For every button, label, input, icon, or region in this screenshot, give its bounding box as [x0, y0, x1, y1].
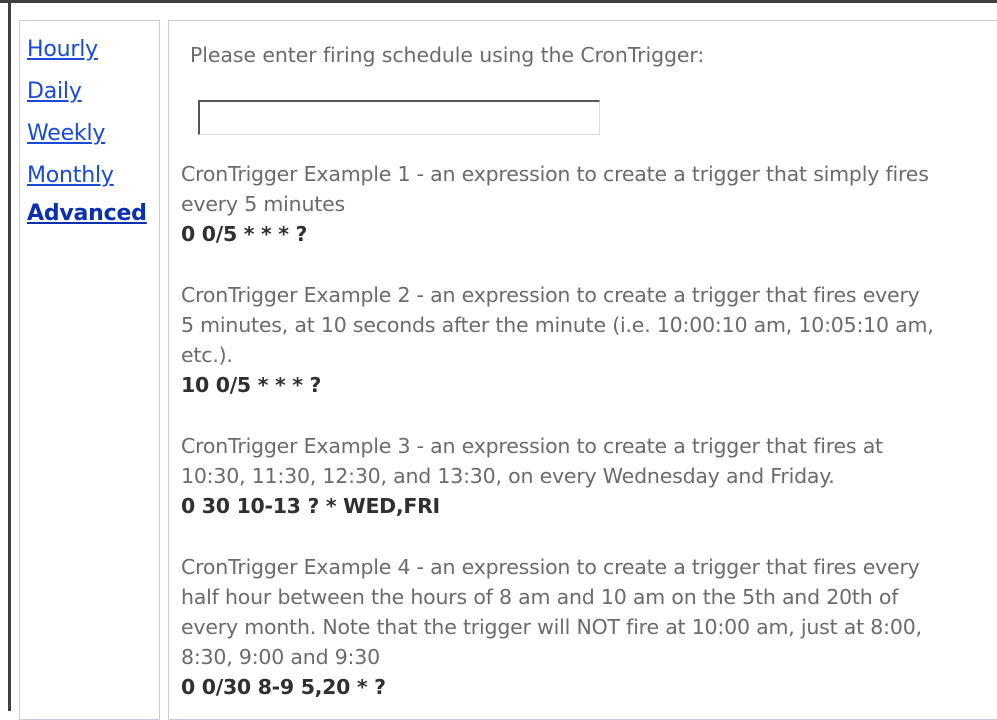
- example-description-line: etc.).: [181, 343, 233, 367]
- nav-link-weekly[interactable]: Weekly: [27, 113, 159, 155]
- window-frame-left: [8, 0, 11, 711]
- example-description-line: CronTrigger Example 1 - an expression to…: [181, 162, 929, 186]
- schedule-prompt: Please enter firing schedule using the C…: [190, 43, 705, 67]
- example-expression: 10 0/5 * * * ?: [181, 373, 322, 397]
- nav-link-monthly[interactable]: Monthly: [27, 155, 159, 197]
- cron-example-2: CronTrigger Example 2 - an expression to…: [181, 280, 997, 400]
- cron-example-4: CronTrigger Example 4 - an expression to…: [181, 552, 997, 702]
- example-description-line: 10:30, 11:30, 12:30, and 13:30, on every…: [181, 464, 835, 488]
- cron-examples: CronTrigger Example 1 - an expression to…: [181, 159, 997, 719]
- nav-link-daily[interactable]: Daily: [27, 71, 159, 113]
- example-expression: 0 0/30 8-9 5,20 * ?: [181, 675, 386, 699]
- example-description-line: CronTrigger Example 2 - an expression to…: [181, 283, 920, 307]
- window-frame-top: [0, 0, 997, 3]
- example-description-line: every 5 minutes: [181, 192, 345, 216]
- example-description-line: CronTrigger Example 4 - an expression to…: [181, 555, 920, 579]
- cron-expression-input[interactable]: [198, 100, 600, 135]
- example-description-line: 5 minutes, at 10 seconds after the minut…: [181, 313, 934, 337]
- advanced-schedule-panel: Please enter firing schedule using the C…: [168, 20, 997, 720]
- nav-link-hourly[interactable]: Hourly: [27, 29, 159, 71]
- example-expression: 0 30 10-13 ? * WED,FRI: [181, 494, 440, 518]
- example-description-line: 8:30, 9:00 and 9:30: [181, 645, 380, 669]
- example-description-line: half hour between the hours of 8 am and …: [181, 585, 899, 609]
- example-description-line: CronTrigger Example 3 - an expression to…: [181, 434, 883, 458]
- schedule-type-nav: Hourly Daily Weekly Monthly Advanced: [19, 20, 160, 720]
- cron-example-3: CronTrigger Example 3 - an expression to…: [181, 431, 997, 521]
- example-expression: 0 0/5 * * * ?: [181, 222, 308, 246]
- example-description-line: every month. Note that the trigger will …: [181, 615, 922, 639]
- nav-link-advanced[interactable]: Advanced: [27, 197, 159, 231]
- cron-example-1: CronTrigger Example 1 - an expression to…: [181, 159, 997, 249]
